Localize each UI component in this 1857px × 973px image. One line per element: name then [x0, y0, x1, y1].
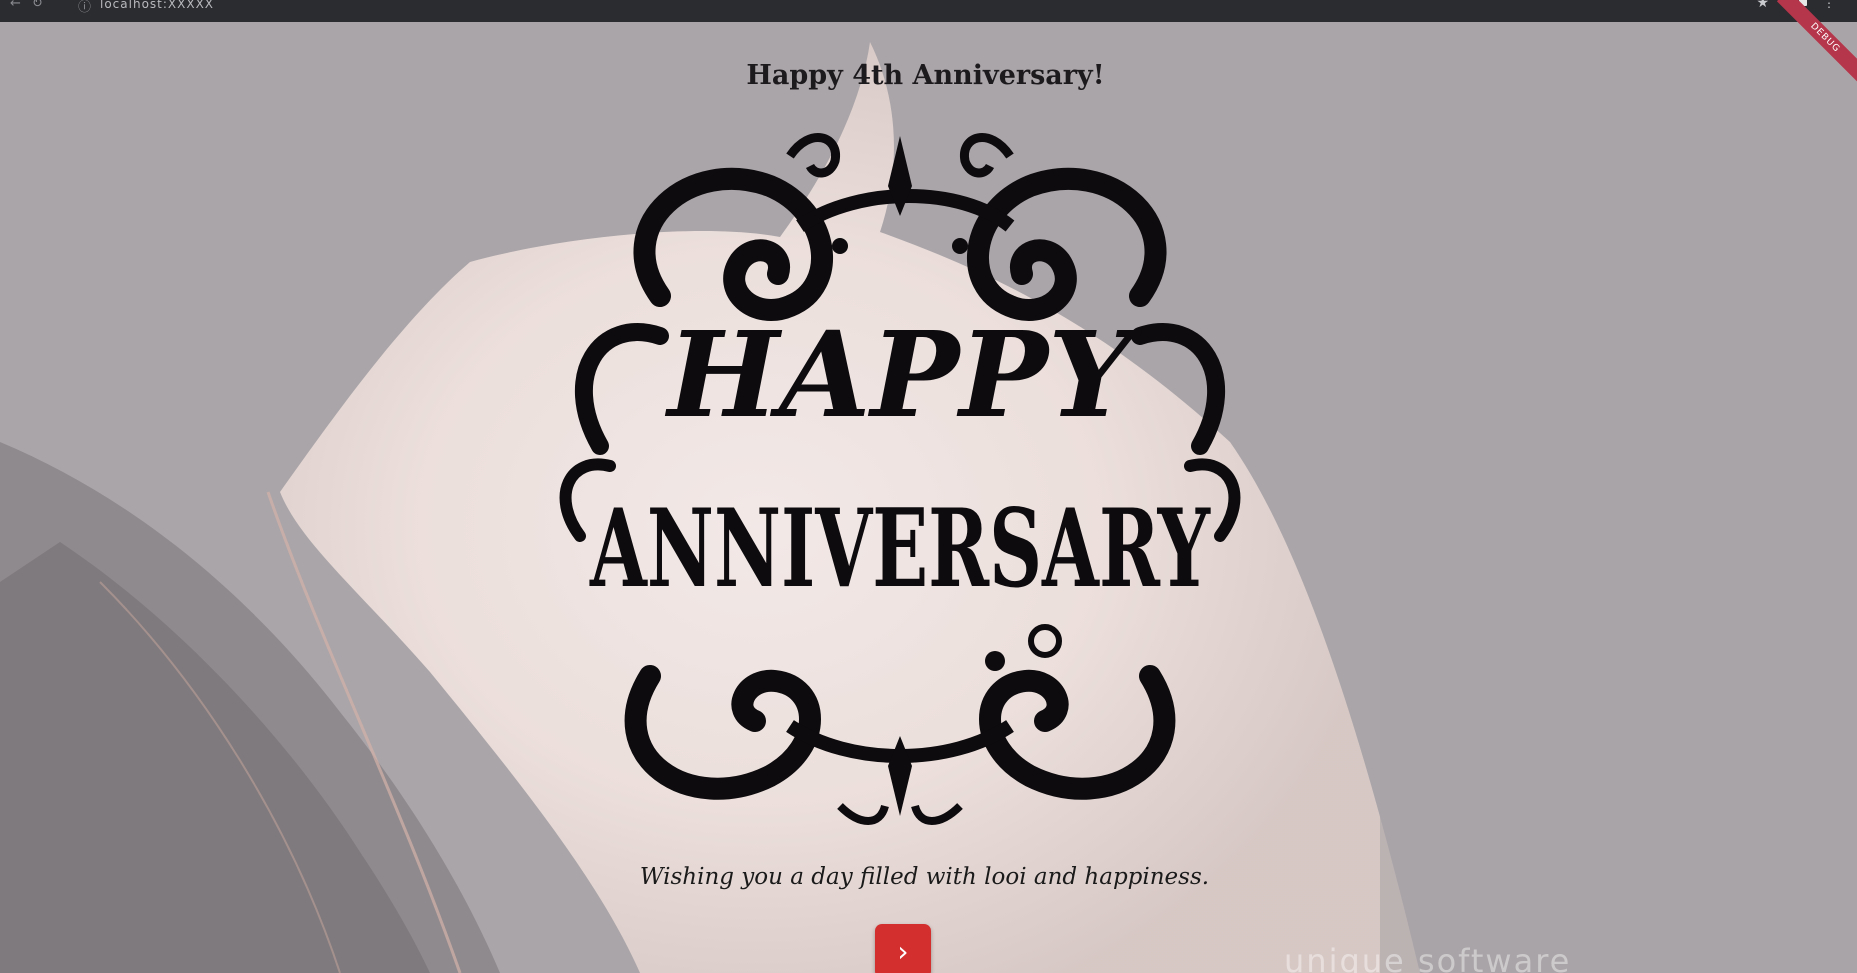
watermark-text: unique software	[1284, 942, 1572, 973]
emblem-happy-text: HAPPY	[665, 305, 1143, 444]
chevron-right-icon: ›	[897, 934, 909, 968]
anniversary-page: Happy 4th Anniversary! HAPPY ANNIVERSARY…	[0, 22, 1857, 973]
menu-icon[interactable]: ⋮	[1823, 0, 1835, 10]
reload-icon[interactable]: ↻	[32, 0, 43, 11]
wish-message: Wishing you a day filled with looi and h…	[639, 864, 1210, 890]
next-button[interactable]: ›	[875, 924, 931, 973]
browser-toolbar: ← ↻ ⓘ localhost:XXXXX ★ ⋮	[0, 0, 1857, 22]
anniversary-heading: Happy 4th Anniversary!	[746, 60, 1105, 91]
emblem-anniversary-text: ANNIVERSARY	[589, 486, 1211, 612]
site-info-icon[interactable]: ⓘ	[78, 0, 91, 15]
bookmark-star-icon[interactable]: ★	[1756, 0, 1769, 11]
address-bar-url[interactable]: localhost:XXXXX	[100, 0, 214, 11]
happy-anniversary-emblem: HAPPY ANNIVERSARY	[559, 133, 1241, 825]
back-arrow-icon[interactable]: ←	[10, 0, 21, 11]
